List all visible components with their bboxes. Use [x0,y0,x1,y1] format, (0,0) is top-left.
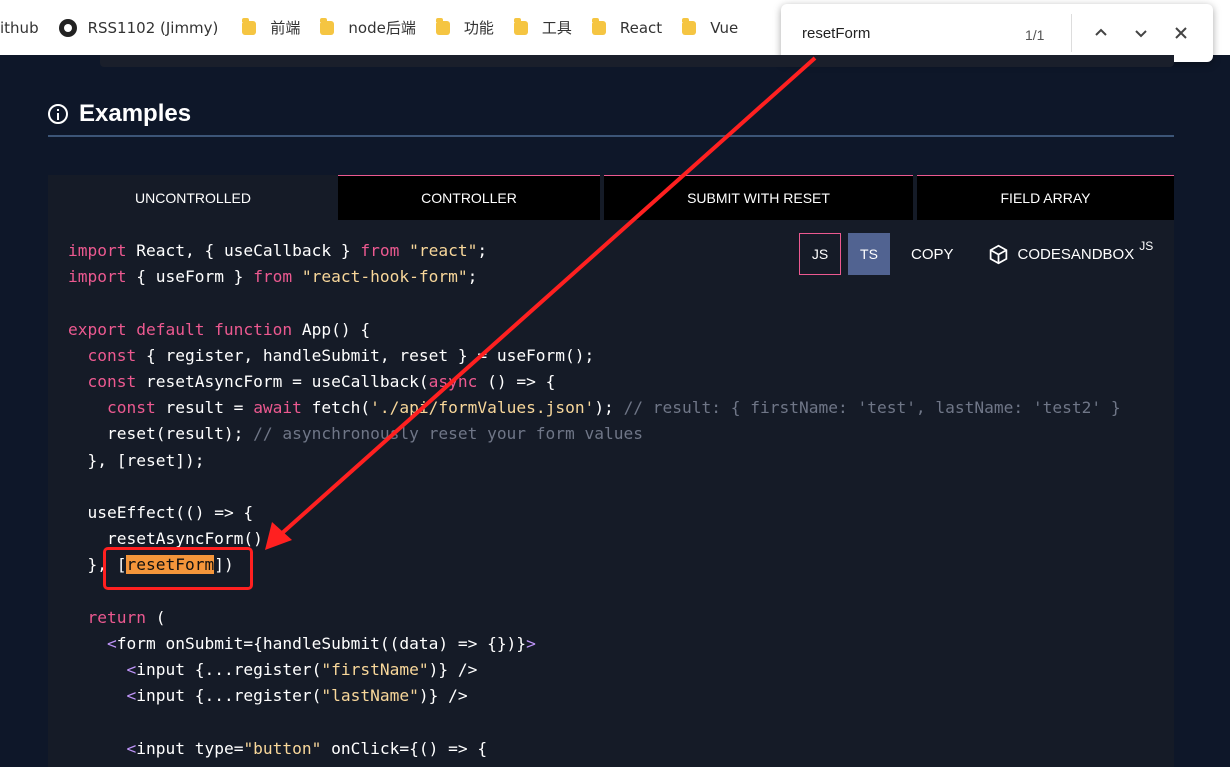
close-icon [1175,27,1187,39]
section-heading: Examples [48,100,191,128]
folder-icon [320,17,335,35]
find-match-count: 1/1 [1025,27,1045,43]
previous-code-block-edge [100,55,1174,67]
bookmark-label: 工具 [541,19,572,37]
code-line: <input {...register("firstName")} /> [126,660,478,680]
folder-icon [435,17,450,35]
code-line: const resetAsyncForm = useCallback(async… [87,372,556,392]
code-line: <form onSubmit={handleSubmit((data) => {… [106,634,536,654]
bookmark-label: 功能 [463,19,494,37]
find-bar: resetForm 1/1 [781,4,1213,62]
bookmark-label: Vue [710,18,739,37]
chevron-up-icon [1095,28,1107,36]
info-icon [48,104,68,124]
code-line: import { useForm } from "react-hook-form… [68,267,478,287]
bookmark-folder-features[interactable]: 功能 [426,14,504,42]
code-line: const result = await fetch('./api/formVa… [106,398,1121,418]
code-line: <input {...register("lastName")} /> [126,686,468,706]
tab-label: UNCONTROLLED [135,189,251,206]
code-block: import React, { useCallback } from "reac… [68,238,1121,762]
section-title: Examples [79,100,192,127]
folder-icon [682,17,697,35]
bookmark-label: ithub [0,18,39,37]
folder-icon [242,17,257,35]
bookmark-label: RSS1102 (Jimmy) [87,18,219,37]
code-line: return ( [87,607,166,627]
bookmark-folder-vue[interactable]: Vue [672,14,748,42]
bookmark-folder-react[interactable]: React [582,14,672,42]
tab-label: FIELD ARRAY [1000,190,1091,206]
example-tabs: UNCONTROLLED CONTROLLER SUBMIT WITH RESE… [48,175,1174,220]
tab-label: SUBMIT WITH RESET [687,190,830,206]
section-divider [48,135,1174,137]
bookmark-github[interactable]: ithub [0,14,49,42]
tab-uncontrolled[interactable]: UNCONTROLLED [48,175,338,220]
tab-field-array[interactable]: FIELD ARRAY [917,175,1174,220]
find-previous-button[interactable] [1086,18,1116,48]
bookmark-folder-tools[interactable]: 工具 [504,14,582,42]
bookmark-label: 前端 [270,19,301,37]
tab-label: CONTROLLER [421,190,517,206]
code-line: <input type="button" onClick={() => { [126,738,488,758]
code-line: useEffect(() => { [87,503,254,523]
code-line: resetAsyncForm() [106,529,263,549]
code-line: reset(result); // asynchronously reset y… [106,424,643,444]
code-line: }, [reset]); [87,450,205,470]
folder-icon [513,17,528,35]
bookmark-rss1102[interactable]: RSS1102 (Jimmy) [49,14,229,42]
tab-controller[interactable]: CONTROLLER [338,175,600,220]
codesandbox-lang: JS [1139,239,1154,253]
code-line: const { register, handleSubmit, reset } … [87,345,595,365]
bookmark-folder-node[interactable]: node后端 [310,14,425,42]
folder-icon [591,17,606,35]
find-close-button[interactable] [1166,18,1196,48]
bookmark-folder-frontend[interactable]: 前端 [228,14,310,42]
github-icon [58,18,77,37]
find-next-button[interactable] [1126,18,1156,48]
annotation-box [103,547,253,590]
find-input[interactable]: resetForm [802,25,870,42]
code-line: import React, { useCallback } from "reac… [68,241,488,260]
bookmark-label: node后端 [348,19,416,37]
find-divider [1071,14,1072,52]
tab-submit-with-reset[interactable]: SUBMIT WITH RESET [604,175,913,220]
bookmark-label: React [619,18,663,37]
code-line: export default function App() { [68,319,371,339]
chevron-down-icon [1135,30,1147,38]
